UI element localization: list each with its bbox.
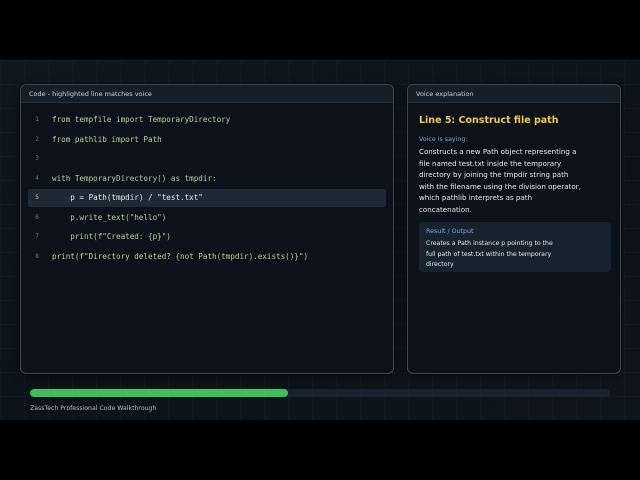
line-number: 8 — [35, 252, 39, 260]
code-panel-header: Code - highlighted line matches voice — [21, 85, 393, 103]
line-number: 2 — [35, 135, 39, 143]
code-body: 1 from tempfile import TemporaryDirector… — [21, 103, 393, 373]
result-box: Result / Output Creates a Path instance … — [419, 222, 611, 272]
line-text: p = Path(tmpdir) / "test.txt" — [52, 193, 203, 202]
code-line: 2 from pathlib import Path — [28, 131, 386, 149]
code-line: 1 from tempfile import TemporaryDirector… — [28, 111, 386, 129]
code-line: 7 print(f"Created: {p}") — [28, 228, 386, 246]
line-text: from pathlib import Path — [52, 134, 162, 144]
code-line-highlighted: 5 p = Path(tmpdir) / "test.txt" — [28, 189, 386, 207]
voice-text: Constructs a new Path object representin… — [419, 147, 581, 214]
line-number: 4 — [35, 174, 39, 182]
line-text: p.write_text("hello") — [52, 212, 167, 222]
line-text: print(f"Directory deleted? {not Path(tmp… — [52, 251, 309, 261]
line-text: print(f"Created: {p}") — [52, 232, 171, 241]
voice-title: Line 5: Construct file path — [419, 115, 559, 126]
result-label: Result / Output — [426, 228, 474, 235]
code-panel: Code - highlighted line matches voice 1 … — [20, 84, 394, 374]
code-line: 8 print(f"Directory deleted? {not Path(t… — [28, 248, 386, 266]
line-number: 7 — [35, 233, 39, 240]
result-text: Creates a Path instance p pointing to th… — [426, 240, 553, 268]
voice-subtitle: Voice is saying: — [419, 136, 468, 143]
line-text: from tempfile import TemporaryDirectory — [52, 115, 231, 124]
progress-bar[interactable] — [30, 389, 610, 397]
progress-fill — [30, 389, 289, 397]
line-number: 6 — [35, 213, 39, 221]
footer-text: ZassTech Professional Code Walkthrough — [30, 405, 157, 412]
letterbox-top — [0, 0, 640, 60]
code-line: 4 with TemporaryDirectory() as tmpdir: — [28, 170, 386, 188]
line-number: 5 — [35, 194, 39, 201]
letterbox-bottom — [0, 420, 640, 480]
code-line: 3 — [28, 150, 386, 168]
code-line: 6 p.write_text("hello") — [28, 209, 386, 227]
line-number: 1 — [35, 116, 39, 123]
line-number: 3 — [35, 155, 39, 162]
voice-panel: Voice explanation Line 5: Construct file… — [407, 84, 621, 374]
voice-panel-header: Voice explanation — [408, 85, 620, 103]
line-text: with TemporaryDirectory() as tmpdir: — [52, 173, 217, 183]
